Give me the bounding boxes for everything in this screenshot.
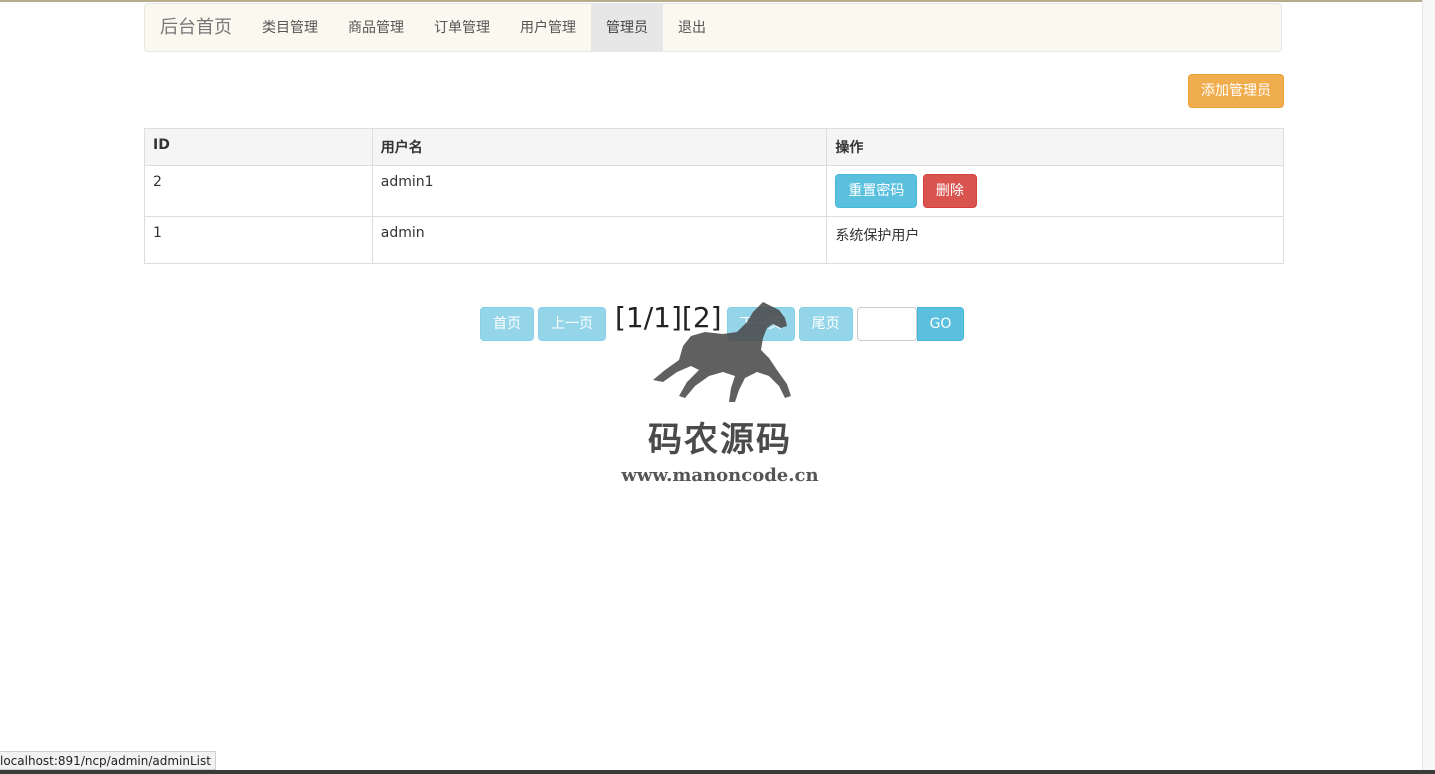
cell-protected-note: 系统保护用户	[826, 216, 1284, 264]
nav-item-product[interactable]: 商品管理	[333, 4, 419, 51]
watermark: 码农源码 www.manoncode.cn	[600, 298, 840, 486]
column-header-username: 用户名	[371, 128, 828, 166]
cell-actions: 重置密码 删除	[826, 165, 1284, 217]
window-top-border	[0, 0, 1435, 2]
go-button[interactable]: GO	[916, 307, 965, 341]
add-admin-button[interactable]: 添加管理员	[1188, 74, 1284, 108]
cell-id: 2	[144, 165, 373, 217]
watermark-url-text: www.manoncode.cn	[621, 465, 819, 486]
column-header-actions: 操作	[826, 128, 1284, 166]
nav-item-logout[interactable]: 退出	[663, 4, 721, 51]
prev-page-button[interactable]: 上一页	[538, 307, 606, 341]
top-navbar: 后台首页 类目管理 商品管理 订单管理 用户管理 管理员 退出	[144, 3, 1282, 52]
cell-id: 1	[144, 216, 373, 264]
delete-button[interactable]: 删除	[922, 174, 977, 208]
nav-brand-home[interactable]: 后台首页	[145, 4, 247, 51]
nav-item-order[interactable]: 订单管理	[419, 4, 505, 51]
table-header-row: ID 用户名 操作	[144, 128, 1284, 166]
nav-item-user[interactable]: 用户管理	[505, 4, 591, 51]
page-number-input[interactable]	[856, 307, 917, 341]
window-scroll-edge	[1422, 0, 1435, 774]
column-header-id: ID	[144, 128, 373, 166]
reset-password-button[interactable]: 重置密码	[835, 174, 918, 208]
nav-item-admin[interactable]: 管理员	[591, 4, 663, 51]
table-row: 1 admin 系统保护用户	[144, 216, 1284, 264]
taskbar-edge	[0, 770, 1435, 774]
first-page-button[interactable]: 首页	[480, 307, 534, 341]
watermark-cn-text: 码农源码	[648, 420, 792, 460]
table-row: 2 admin1 重置密码 删除	[144, 165, 1284, 217]
admin-table: ID 用户名 操作 2 admin1 重置密码 删除 1 admin 系统保护用…	[144, 128, 1284, 264]
cell-username: admin1	[371, 165, 828, 217]
nav-item-category[interactable]: 类目管理	[247, 4, 333, 51]
cell-username: admin	[371, 216, 828, 264]
browser-status-url: localhost:891/ncp/admin/adminList	[0, 751, 216, 770]
horse-logo-icon	[653, 302, 791, 402]
